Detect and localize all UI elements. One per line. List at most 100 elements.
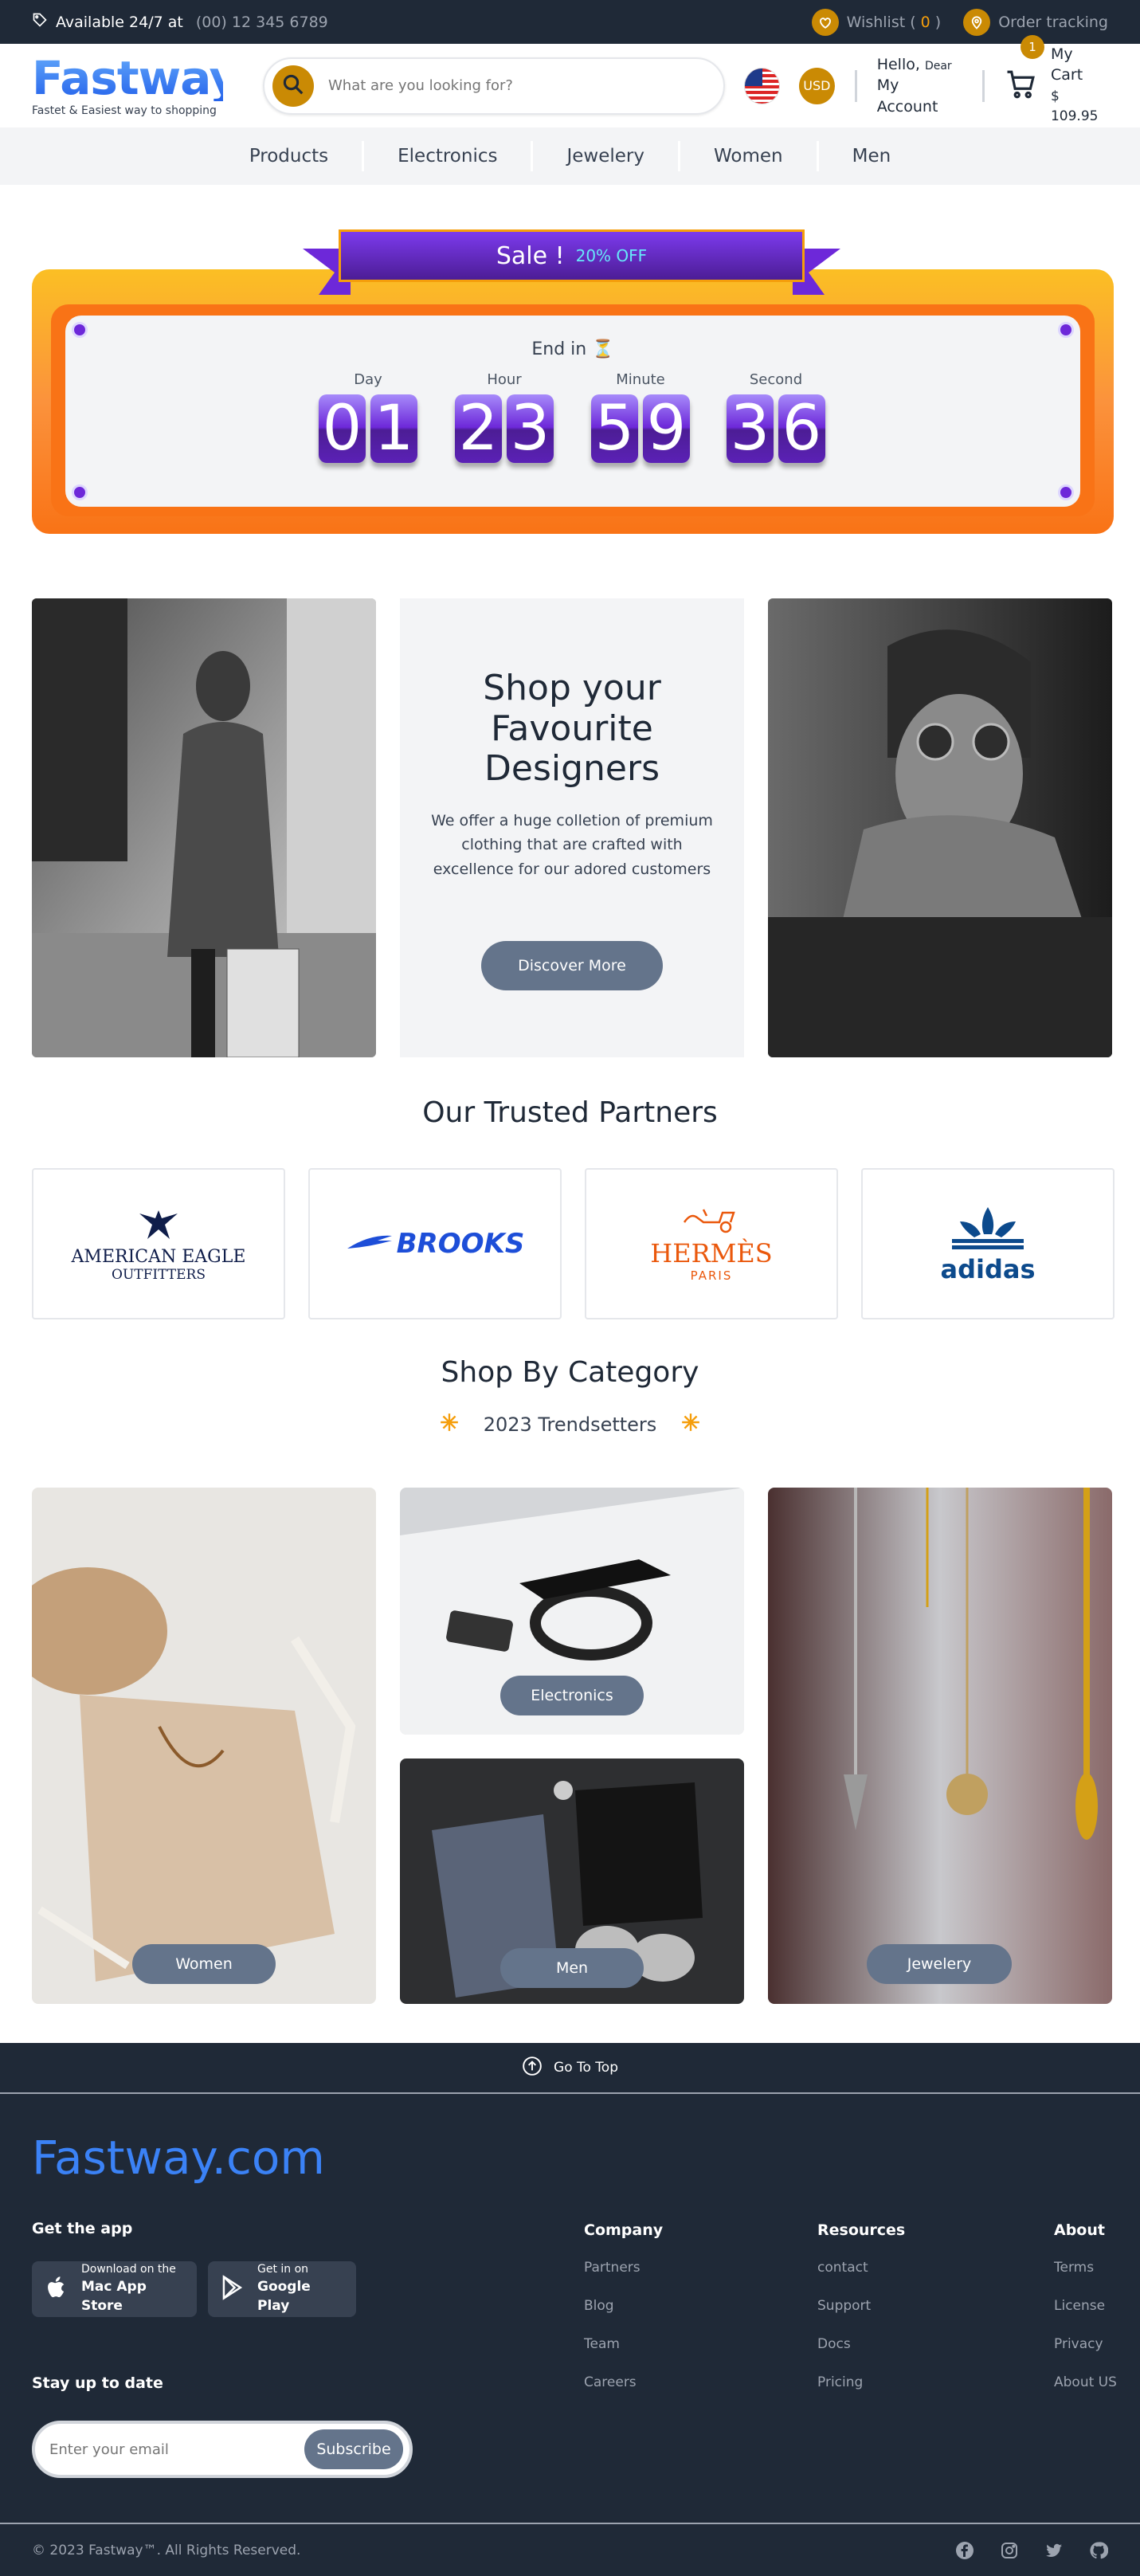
electronics-category-button[interactable]: Electronics [500,1676,644,1715]
sale-title: Sale ! [496,241,565,270]
cart-link[interactable]: 1 My Cart $ 109.95 [1005,35,1108,127]
go-to-top-label: Go To Top [554,2060,618,2076]
sale-inner-frame: End in ⏳ Day 0 1 Hour 2 3 Minute 5 9 Sec… [51,304,1095,516]
trefoil-logo-icon [944,1206,1032,1257]
twitter-icon[interactable] [1044,2541,1064,2560]
category-tile-jewelery[interactable]: Jewelery [768,1488,1112,2004]
end-in-label: End in ⏳ [531,339,614,359]
go-to-top-button[interactable]: Go To Top [0,2043,1140,2094]
account-link[interactable]: Hello, Dear My Account [877,54,962,118]
cart-total: $ 109.95 [1050,88,1099,125]
sale-ribbon: Sale ! 20% OFF [303,229,840,295]
footer-link-support[interactable]: Support [817,2298,905,2314]
partner-american-eagle[interactable]: AMERICAN EAGLE OUTFITTERS [32,1168,285,1319]
countdown-value: 3 6 [727,393,825,465]
nav-item-electronics[interactable]: Electronics [364,141,534,171]
subscribe-button[interactable]: Subscribe [304,2429,403,2469]
countdown-minute: Minute 5 9 [591,371,690,465]
partner-subname: PARIS [690,1268,733,1283]
category-nav: Products Electronics Jewelery Women Men [0,127,1140,185]
search-input[interactable] [328,77,711,94]
sparkle-icon [680,1412,701,1437]
footer-link-contact[interactable]: contact [817,2260,905,2276]
discover-more-button[interactable]: Discover More [481,941,663,990]
cart-count-badge: 1 [1020,35,1044,60]
footer-link-privacy[interactable]: Privacy [1054,2336,1117,2352]
nav-item-products[interactable]: Products [216,141,365,171]
footer: Fastway.com Get the app Download on the M… [0,2094,1140,2576]
order-tracking-link[interactable]: Order tracking [963,8,1108,36]
countdown-label: Hour [487,371,522,388]
footer-link-team[interactable]: Team [584,2336,663,2352]
footer-column-company: Company Partners Blog Team Careers [584,2221,663,2413]
google-play-icon [221,2275,245,2304]
hello-text: Hello, [876,55,920,73]
footer-link-license[interactable]: License [1054,2298,1117,2314]
footer-link-blog[interactable]: Blog [584,2298,663,2314]
corner-dot [1058,322,1074,338]
men-category-button[interactable]: Men [500,1948,644,1988]
footer-link-terms[interactable]: Terms [1054,2260,1117,2276]
tag-icon [32,12,48,32]
apple-big-text: Mac App Store [81,2279,147,2314]
email-input[interactable] [49,2441,304,2458]
logo[interactable]: Fastway Fastet & Easiest way to shopping [32,55,239,117]
trendsetters-subtitle: 2023 Trendsetters [0,1412,1140,1437]
currency-selector[interactable]: USD [799,67,835,104]
footer-link-partners[interactable]: Partners [584,2260,663,2276]
featured-designers: Shop your Favourite Designers We offer a… [400,598,744,1057]
social-links [955,2541,1108,2560]
google-play-button[interactable]: Get in on Google Play [208,2261,356,2317]
footer-column-title: Resources [817,2221,906,2239]
order-tracking-label: Order tracking [998,13,1108,31]
category-tile-men[interactable]: Men [400,1759,744,2004]
countdown-value: 5 9 [591,393,690,465]
phone-number[interactable]: (00) 12 345 6789 [196,14,328,31]
featured-text: We offer a huge colletion of premium clo… [431,811,713,878]
partner-adidas[interactable]: adidas [861,1168,1115,1319]
us-flag-icon[interactable] [744,67,781,104]
footer-link-docs[interactable]: Docs [817,2336,905,2352]
wishlist-link[interactable]: Wishlist ( 0 ) [811,8,941,36]
nav-item-women[interactable]: Women [680,141,819,171]
partner-brooks[interactable]: BROOKS [308,1168,562,1319]
category-tile-women[interactable]: Women [32,1488,376,2004]
women-category-button[interactable]: Women [132,1944,276,1984]
github-icon[interactable] [1089,2541,1108,2560]
countdown-digit: 3 [507,393,554,465]
availability-text: Available 24/7 at [56,13,183,31]
cart-label: My Cart [1050,45,1083,84]
partner-name: AMERICAN EAGLE [71,1246,246,1267]
mac-app-store-button[interactable]: Download on the Mac App Store [32,2261,197,2317]
footer-link-about-us[interactable]: About US [1054,2374,1117,2390]
nav-item-jewelery[interactable]: Jewelery [533,141,680,171]
facebook-icon[interactable] [955,2541,974,2560]
partner-hermes[interactable]: HERMÈS PARIS [585,1168,838,1319]
footer-brand[interactable]: Fastway.com [32,2131,325,2185]
footer-link-careers[interactable]: Careers [584,2374,663,2390]
copyright-text: © 2023 Fastway™. All Rights Reserved. [32,2542,301,2558]
footer-link-pricing[interactable]: Pricing [817,2374,905,2390]
jewelery-category-button[interactable]: Jewelery [867,1944,1012,1984]
google-big-text: Google Play [257,2279,311,2314]
category-tile-electronics[interactable]: Electronics [400,1488,744,1735]
search-button[interactable] [272,65,314,107]
instagram-icon[interactable] [1000,2541,1019,2560]
arrow-up-circle-icon [522,2056,543,2080]
countdown-digit: 1 [370,393,417,465]
trendsetters-text: 2023 Trendsetters [483,1413,657,1436]
carriage-logo-icon [680,1205,743,1237]
featured-title: Shop your Favourite Designers [483,668,661,790]
partners-title: Our Trusted Partners [422,1096,718,1129]
women-clothing-photo [32,1488,376,2004]
apple-small-text: Download on the [81,2263,176,2276]
heart-icon [811,8,839,36]
countdown-card: End in ⏳ Day 0 1 Hour 2 3 Minute 5 9 Sec… [65,316,1080,507]
countdown-digit: 3 [727,393,774,465]
countdown-value: 2 3 [455,393,554,465]
nav-item-men[interactable]: Men [819,141,925,171]
corner-dot [72,322,88,338]
sale-banner: End in ⏳ Day 0 1 Hour 2 3 Minute 5 9 Sec… [32,269,1114,534]
newsletter-form: Subscribe [32,2421,413,2478]
countdown-value: 0 1 [319,393,417,465]
